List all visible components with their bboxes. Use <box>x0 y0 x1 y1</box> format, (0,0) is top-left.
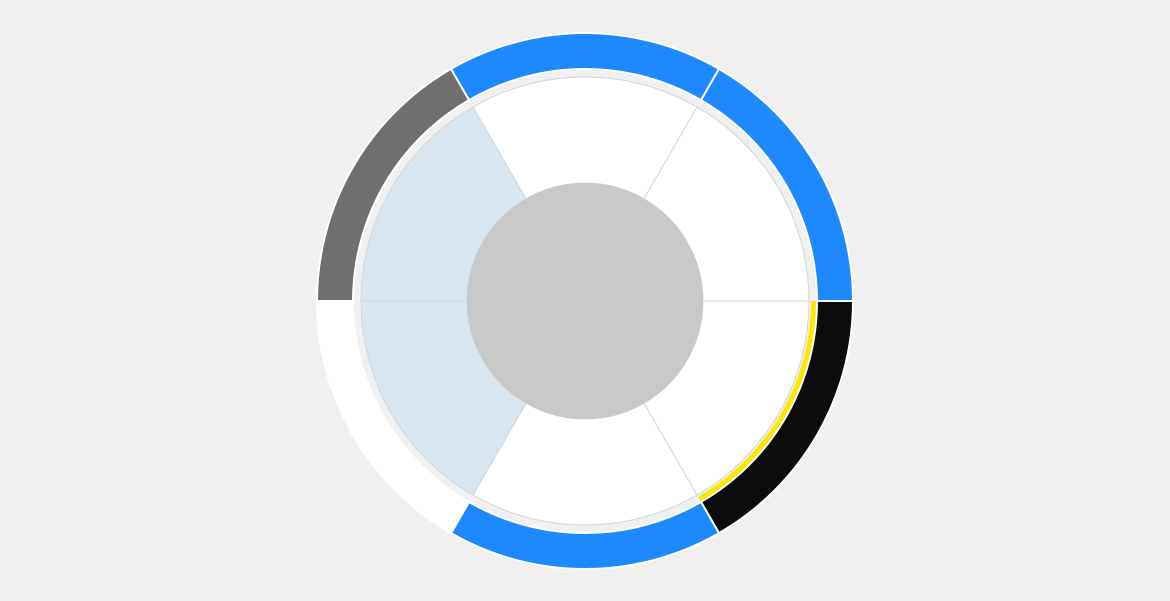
ring-svg <box>305 21 865 581</box>
radial-menu: C1 Locations Products ON ? Help Shop Dis… <box>305 21 865 581</box>
hub-circle <box>467 183 703 419</box>
